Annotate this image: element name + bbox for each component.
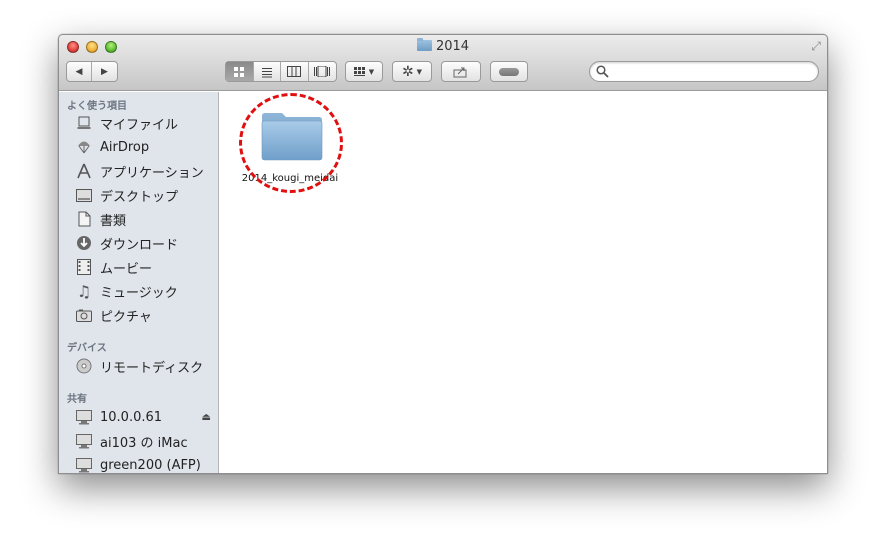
sidebar-item-label: アプリケーション	[100, 165, 204, 181]
sidebar-item-label: マイファイル	[100, 117, 179, 133]
sidebar-item-label: ai103 の iMac	[100, 435, 188, 451]
pictures-icon	[75, 306, 93, 324]
sidebar-item-green200[interactable]: green200 (AFP)	[75, 454, 215, 473]
imac-icon	[75, 432, 93, 450]
icon-view-button[interactable]	[226, 62, 254, 81]
action-button[interactable]: ✲ ▼	[392, 61, 432, 82]
search-input[interactable]	[612, 64, 812, 79]
sidebar-item-label: ピクチャ	[100, 309, 152, 325]
sidebar-item-label: 書類	[100, 213, 127, 229]
forward-button[interactable]: ▶	[92, 62, 117, 81]
sidebar-item-downloads[interactable]: ダウンロード	[75, 232, 215, 254]
coverflow-view-icon	[314, 66, 331, 77]
dropdown-arrow-icon: ▼	[368, 67, 375, 76]
sidebar-item-label: 10.0.0.61	[100, 409, 163, 425]
devices-header: デバイス	[67, 343, 107, 354]
sidebar-item-desktop[interactable]: デスクトップ	[75, 184, 215, 206]
sidebar-item-pictures[interactable]: ピクチャ	[75, 304, 215, 326]
sidebar-item-airdrop[interactable]: AirDrop	[75, 136, 215, 158]
coverflow-view-button[interactable]	[309, 62, 336, 81]
share-icon	[453, 67, 467, 77]
title-bar[interactable]: 2014 ⤢ ◀ ▶ ▼ ✲ ▼	[59, 35, 827, 91]
downloads-icon	[75, 234, 93, 252]
dropdown-arrow-icon: ▼	[416, 67, 423, 76]
nav-buttons: ◀ ▶	[66, 61, 118, 82]
gear-icon: ✲	[401, 63, 414, 80]
sidebar: よく使う項目 マイファイル AirDrop アプリケーション デスクトップ 書類…	[59, 92, 219, 473]
window-title-text: 2014	[435, 39, 470, 54]
finder-window: 2014 ⤢ ◀ ▶ ▼ ✲ ▼ よく使う項目 マイファイル AirDrop ア…	[58, 34, 828, 474]
sidebar-item-documents[interactable]: 書類	[75, 208, 215, 230]
folder-icon	[416, 38, 432, 51]
search-field[interactable]	[589, 61, 819, 82]
desktop-icon	[75, 186, 93, 204]
documents-icon	[75, 210, 93, 228]
toggle-toolbar-button[interactable]	[490, 61, 528, 82]
sidebar-item-label: ダウンロード	[100, 237, 179, 253]
sidebar-item-server-10-0-0-61[interactable]: 10.0.0.61 ⏏	[75, 406, 215, 428]
pill-icon	[499, 67, 519, 76]
favorites-header: よく使う項目	[67, 101, 127, 112]
back-button[interactable]: ◀	[67, 62, 92, 81]
list-view-icon	[261, 67, 272, 77]
all-my-files-icon	[75, 114, 93, 132]
sidebar-item-label: green200 (AFP)	[100, 457, 201, 473]
sidebar-item-movies[interactable]: ムービー	[75, 256, 215, 278]
sidebar-item-label: ムービー	[100, 261, 153, 277]
highlight-circle	[239, 93, 343, 193]
airdrop-icon	[75, 138, 93, 156]
movies-icon	[75, 258, 93, 276]
window-title: 2014	[59, 38, 827, 54]
sidebar-item-label: ミュージック	[100, 285, 178, 301]
share-button[interactable]	[441, 61, 481, 82]
server-icon	[75, 456, 93, 473]
music-icon: ♫	[76, 281, 92, 301]
list-view-button[interactable]	[254, 62, 281, 81]
column-view-button[interactable]	[281, 62, 309, 81]
remote-disc-icon	[75, 357, 93, 375]
sidebar-item-applications[interactable]: アプリケーション	[75, 160, 215, 182]
fullscreen-icon[interactable]: ⤢	[809, 39, 823, 53]
view-mode-control	[225, 61, 337, 82]
file-browser-content[interactable]: 2014_kougi_meidai	[220, 92, 827, 473]
sidebar-item-all-my-files[interactable]: マイファイル	[75, 112, 215, 134]
sidebar-item-ai103-imac[interactable]: ai103 の iMac	[75, 430, 215, 452]
sidebar-item-label: AirDrop	[100, 139, 150, 155]
sidebar-item-music[interactable]: ♫ ミュージック	[75, 280, 215, 302]
eject-icon[interactable]: ⏏	[202, 412, 211, 423]
sidebar-item-label: リモートディスク	[100, 360, 204, 376]
applications-icon	[75, 162, 93, 180]
arrange-button[interactable]: ▼	[345, 61, 383, 82]
icon-view-icon	[234, 66, 245, 77]
arrange-icon	[353, 66, 365, 76]
search-icon	[596, 65, 609, 78]
sidebar-item-remote-disc[interactable]: リモートディスク	[75, 355, 215, 377]
sidebar-item-label: デスクトップ	[100, 189, 179, 205]
column-view-icon	[287, 66, 302, 77]
shared-header: 共有	[67, 394, 87, 405]
server-icon	[75, 408, 93, 426]
